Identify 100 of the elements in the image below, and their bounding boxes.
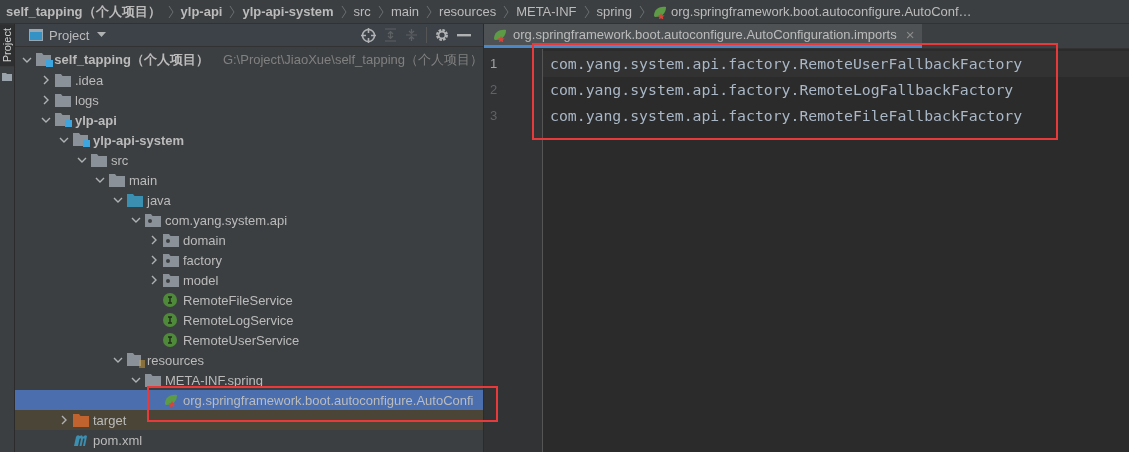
tree-item[interactable]: .idea [15,70,483,90]
folder-icon [55,73,71,87]
leaf-icon [652,4,668,19]
breadcrumb-item[interactable]: ylp-api [180,4,223,19]
interface-icon [163,293,177,307]
maven-icon [73,434,89,446]
folder-icon [91,153,107,167]
chevron-separator-icon [426,4,433,19]
item-label: model [183,272,219,288]
leaf-icon [163,393,179,407]
item-label: RemoteLogService [183,312,294,328]
chevron-separator-icon [377,4,384,19]
folder-icon [2,72,12,82]
breadcrumb-item[interactable]: self_tapping（个人项目） [6,2,161,21]
breadcrumb-item[interactable]: src [353,4,371,19]
item-label: org.springframework.boot.autoconfigure.AutoConfi [183,392,474,408]
item-label: com.yang.system.api [165,212,288,228]
tree-item[interactable]: model [15,270,483,290]
chevron-down-icon[interactable] [77,157,87,163]
chevron-down-icon[interactable] [22,57,33,63]
panel-title[interactable]: Project [49,27,90,43]
chevron-separator-icon [583,4,590,19]
tree-item[interactable]: RemoteFileService [15,290,483,310]
item-label: RemoteFileService [183,292,293,308]
project-tool-tab[interactable]: Project [0,24,14,67]
minimize-icon[interactable] [457,33,471,37]
item-label: ylp-api [75,112,117,128]
chevron-right-icon[interactable] [43,95,49,105]
module-folder-icon [73,133,90,147]
item-label: logs [75,92,99,108]
tree-item[interactable]: domain [15,230,483,250]
chevron-separator-icon [167,4,174,19]
chevron-down-icon[interactable] [131,377,141,383]
chevron-separator-icon [503,4,510,19]
breadcrumb-item[interactable]: META-INF [516,4,577,19]
chevron-separator-icon [639,4,645,19]
breadcrumb-item[interactable]: org.springframework.boot.autoconfigure.AutoConf… [652,4,972,19]
folder-icon [55,93,71,107]
tree-item[interactable]: java [15,190,483,210]
item-label: ylp-api-system [93,132,185,148]
chevron-down-icon[interactable] [59,137,69,143]
interface-icon [163,313,177,327]
breadcrumb-item[interactable]: ylp-api-system [242,4,334,19]
locate-icon[interactable] [361,27,376,43]
item-label: .idea [75,72,104,88]
tree-item[interactable]: META-INF.spring [15,370,483,390]
package-folder-icon [163,273,179,287]
item-label: java [147,192,171,208]
tree-item[interactable]: com.yang.system.api [15,210,483,230]
chevron-down-icon[interactable] [131,217,141,223]
window-icon [29,29,43,41]
item-label: domain [183,232,226,248]
item-label: factory [183,252,222,268]
code-line: com.yang.system.api.factory.RemoteLogFallbackFactory [549,80,1015,100]
chevron-separator-icon [340,4,347,19]
chevron-down-icon[interactable] [95,177,105,183]
tree-item[interactable]: factory [15,250,483,270]
tree-item[interactable]: ylp-api [15,110,483,130]
folder-icon [73,413,89,427]
module-folder-icon [35,53,53,67]
tree-item[interactable]: ylp-api-system [15,130,483,150]
tree-item[interactable]: resources [15,350,483,370]
item-label: META-INF.spring [165,372,263,388]
code-line: com.yang.system.api.factory.RemoteFileFallbackFactory [549,106,1024,126]
chevron-right-icon[interactable] [151,235,157,245]
chevron-down-icon[interactable] [113,357,123,363]
module-folder-icon [55,113,72,127]
tree-item[interactable]: logs [15,90,483,110]
tree-item[interactable]: self_tapping（个人项目） G:\Project\JiaoXue\self_tapping（个人项目） [15,50,483,70]
breadcrumb-item[interactable]: spring [596,4,632,19]
chevron-down-icon[interactable] [113,197,123,203]
chevron-down-icon[interactable] [41,117,51,123]
item-label: RemoteUserService [183,332,300,348]
tree-item[interactable]: RemoteLogService [15,310,483,330]
tree-item[interactable]: src [15,150,483,170]
item-label: main [129,172,158,188]
chevron-right-icon[interactable] [151,255,157,265]
caret-icon[interactable] [97,32,107,38]
editor-tab[interactable]: org.springframework.boot.autoconfigure.AutoConfiguration.imports × [484,24,923,48]
leaf-icon [492,27,508,42]
interface-icon [163,333,177,347]
tree-item[interactable]: pom.xml [15,430,483,450]
breadcrumb-item[interactable]: resources [439,4,497,19]
chevron-right-icon[interactable] [151,275,157,285]
tree-item[interactable]: main [15,170,483,190]
folder-icon [145,373,161,387]
resources-folder-icon [127,352,145,368]
chevron-separator-icon [229,4,236,19]
package-folder-icon [163,253,179,267]
chevron-right-icon[interactable] [61,415,67,425]
breadcrumb-item[interactable]: main [390,4,420,19]
tree-item[interactable]: RemoteUserService [15,330,483,350]
folder-icon [127,193,143,207]
chevron-right-icon[interactable] [43,75,49,85]
tree-item[interactable]: target [15,410,483,430]
settings-icon[interactable] [435,28,449,42]
package-folder-icon [145,213,161,227]
line-number: 1 [489,55,499,73]
item-label: src [111,152,129,168]
item-label: target [93,412,127,428]
